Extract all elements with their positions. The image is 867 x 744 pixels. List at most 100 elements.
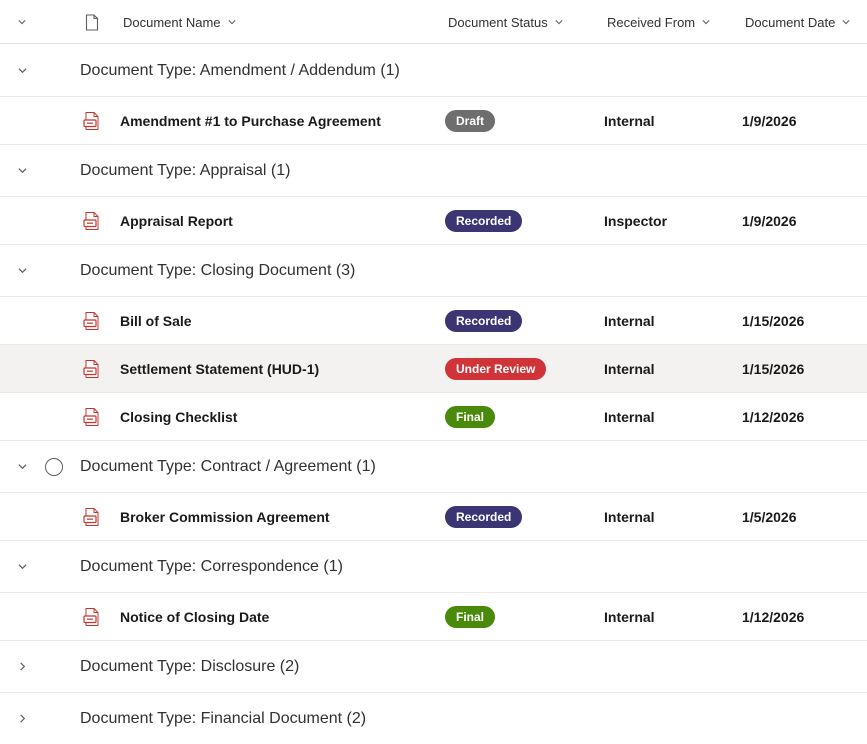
chevron-down-icon: [17, 68, 27, 74]
group-select-checkbox[interactable]: [45, 457, 63, 476]
received-from-value: Internal: [604, 608, 655, 625]
chevron-down-icon: [17, 464, 27, 470]
group-label-text: Document Type: Disclosure (2): [80, 657, 300, 675]
pdf-file-icon: [83, 359, 99, 378]
status-cell: Final: [445, 593, 496, 640]
group-label: Document Type: Closing Document (3): [80, 245, 355, 296]
table-row[interactable]: Amendment #1 to Purchase Agreement Draft I…: [0, 97, 867, 145]
chevron-down-icon: [17, 564, 27, 570]
document-name-link[interactable]: Appraisal Report: [120, 197, 233, 244]
chevron-down-icon: [17, 168, 27, 174]
received-from-value: Internal: [604, 508, 655, 525]
group-expand-toggle[interactable]: [14, 641, 30, 692]
column-header-document-date[interactable]: Document Date: [745, 0, 850, 44]
list-header: Document Name Document Status Received F…: [0, 0, 867, 44]
column-header-label: Received From: [607, 14, 696, 30]
group-label: Document Type: Appraisal (1): [80, 145, 290, 196]
document-name-link[interactable]: Bill of Sale: [120, 297, 192, 344]
status-cell: Under Review: [445, 345, 547, 392]
group-expand-toggle[interactable]: [14, 145, 30, 196]
chevron-down-icon: [227, 20, 236, 25]
table-row[interactable]: Settlement Statement (HUD-1) Under Review…: [0, 345, 867, 393]
table-row[interactable]: Appraisal Report Recorded Inspector 1/9/202…: [0, 197, 867, 245]
group-label-text: Document Type: Contract / Agreement (1): [80, 457, 376, 475]
document-date-value: 1/15/2026: [742, 360, 805, 377]
group-label-text: Document Type: Correspondence (1): [80, 557, 343, 575]
chevron-down-icon: [842, 20, 850, 25]
document-name-link[interactable]: Settlement Statement (HUD-1): [120, 345, 319, 392]
pdf-file-icon: [83, 111, 99, 130]
status-cell: Recorded: [445, 197, 523, 244]
pdf-file-icon: [83, 211, 99, 230]
document-date-value: 1/12/2026: [742, 608, 805, 625]
document-name-link[interactable]: Broker Commission Agreement: [120, 493, 330, 540]
status-badge: Recorded: [445, 309, 523, 332]
chevron-down-icon: [555, 20, 563, 25]
group-header-row[interactable]: Document Type: Contract / Agreement (1): [0, 441, 867, 493]
received-from-value: Internal: [604, 408, 655, 425]
group-label-text: Document Type: Appraisal (1): [80, 161, 291, 179]
table-row[interactable]: Notice of Closing Date Final Internal 1/12/…: [0, 593, 867, 641]
column-header-label: Document Name: [123, 14, 221, 30]
status-badge: Draft: [445, 109, 496, 132]
group-header-row[interactable]: Document Type: Financial Document (2): [0, 693, 867, 744]
group-expand-toggle[interactable]: [14, 245, 30, 296]
group-header-row[interactable]: Document Type: Correspondence (1): [0, 541, 867, 593]
group-label: Document Type: Contract / Agreement (1): [80, 441, 376, 492]
pdf-file-icon: [83, 507, 99, 526]
status-badge: Recorded: [445, 209, 523, 232]
chevron-down-icon: [702, 20, 710, 25]
pdf-file-icon: [83, 311, 99, 330]
group-label-text: Document Type: Financial Document (2): [80, 709, 367, 727]
table-row[interactable]: Bill of Sale Recorded Internal 1/15/2026: [0, 297, 867, 345]
group-label-text: Document Type: Amendment / Addendum (1): [80, 61, 400, 79]
group-header-row[interactable]: Document Type: Appraisal (1): [0, 145, 867, 197]
document-name-link[interactable]: Amendment #1 to Purchase Agreement: [120, 97, 381, 144]
group-header-row[interactable]: Document Type: Closing Document (3): [0, 245, 867, 297]
chevron-right-icon: [19, 714, 25, 723]
document-date-value: 1/5/2026: [742, 508, 797, 525]
collapse-all-toggle[interactable]: [14, 0, 30, 44]
document-name-link[interactable]: Notice of Closing Date: [120, 593, 269, 640]
group-expand-toggle[interactable]: [14, 693, 30, 744]
received-from-value: Inspector: [604, 212, 668, 229]
group-label: Document Type: Financial Document (2): [80, 693, 366, 744]
status-badge: Final: [445, 605, 496, 628]
column-header-label: Document Date: [745, 14, 836, 30]
document-date-value: 1/12/2026: [742, 408, 805, 425]
received-from-value: Internal: [604, 360, 655, 377]
group-label-text: Document Type: Closing Document (3): [80, 261, 356, 279]
group-label: Document Type: Correspondence (1): [80, 541, 343, 592]
group-expand-toggle[interactable]: [14, 45, 30, 96]
document-icon: [85, 13, 99, 31]
group-label: Document Type: Disclosure (2): [80, 641, 299, 692]
group-expand-toggle[interactable]: [14, 441, 30, 492]
status-cell: Final: [445, 393, 496, 440]
document-name-link[interactable]: Closing Checklist: [120, 393, 237, 440]
group-label: Document Type: Amendment / Addendum (1): [80, 45, 400, 96]
document-date-value: 1/9/2026: [742, 112, 797, 129]
document-date-value: 1/9/2026: [742, 212, 797, 229]
pdf-file-icon: [83, 607, 99, 626]
table-row[interactable]: Broker Commission Agreement Recorded Inter…: [0, 493, 867, 541]
chevron-right-icon: [19, 662, 25, 671]
chevron-down-icon: [17, 268, 27, 274]
column-header-label: Document Status: [448, 14, 548, 30]
file-type-header[interactable]: [85, 0, 99, 44]
group-header-row[interactable]: Document Type: Amendment / Addendum (1): [0, 45, 867, 97]
chevron-down-icon: [18, 20, 26, 25]
received-from-value: Internal: [604, 112, 655, 129]
status-badge: Under Review: [445, 357, 547, 380]
group-header-row[interactable]: Document Type: Disclosure (2): [0, 641, 867, 693]
status-cell: Recorded: [445, 493, 523, 540]
status-badge: Final: [445, 405, 496, 428]
column-header-received-from[interactable]: Received From: [607, 0, 710, 44]
document-date-value: 1/15/2026: [742, 312, 805, 329]
status-cell: Recorded: [445, 297, 523, 344]
group-expand-toggle[interactable]: [14, 541, 30, 592]
column-header-document-status[interactable]: Document Status: [448, 0, 563, 44]
status-cell: Draft: [445, 97, 496, 144]
table-row[interactable]: Closing Checklist Final Internal 1/12/2026: [0, 393, 867, 441]
status-badge: Recorded: [445, 505, 523, 528]
column-header-document-name[interactable]: Document Name: [123, 0, 236, 44]
